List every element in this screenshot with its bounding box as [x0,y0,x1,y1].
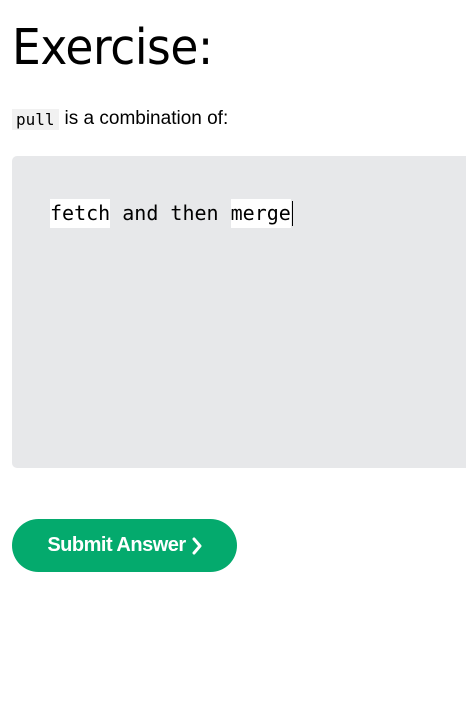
page-title: Exercise: [12,19,213,76]
answer-input-1[interactable]: fetch [50,199,111,228]
prompt-text: is a combination of: [64,108,229,129]
inline-code-keyword: pull [12,108,59,130]
chevron-right-icon [192,537,202,554]
code-line: fetch and then merge [50,199,293,228]
submit-answer-button[interactable]: Submit Answer [12,519,237,572]
exercise-prompt: pull is a combination of: [12,106,228,132]
answer-input-2[interactable]: merge [230,199,291,228]
code-connector-text: and then [110,201,231,225]
code-editor: fetch and then merge [12,156,466,468]
text-caret [291,201,293,226]
submit-button-label: Submit Answer [47,534,186,556]
